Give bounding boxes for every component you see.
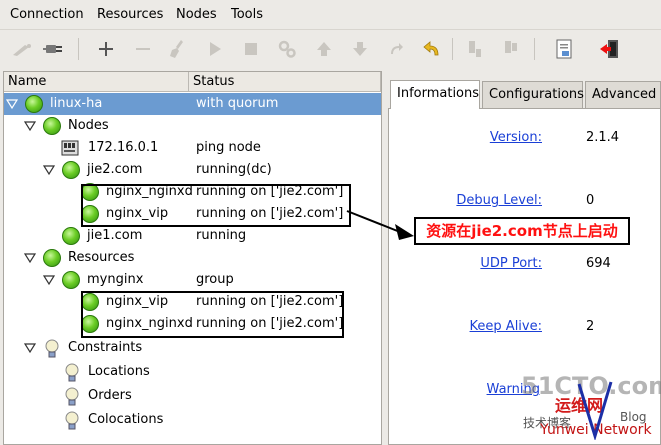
tree-label: linux-ha [50, 96, 103, 111]
status-ok-icon [43, 117, 61, 135]
tree-row-cluster[interactable]: linux-ha with quorum [4, 93, 381, 115]
expander-icon[interactable] [24, 252, 36, 264]
menu-nodes[interactable]: Nodes [176, 7, 217, 22]
status-ok-icon [62, 271, 80, 289]
tree-label: Orders [88, 388, 132, 403]
add-icon[interactable] [93, 37, 119, 61]
info-value-keep-alive: 2 [586, 319, 595, 334]
tab-configurations[interactable]: Configurations [482, 81, 584, 108]
tree-row-constraints[interactable]: Constraints [4, 337, 381, 359]
tree-row-group[interactable]: mynginx group [4, 269, 381, 291]
status-ok-icon [43, 249, 61, 267]
tree-row-locations[interactable]: Locations [4, 361, 381, 383]
tree-label: Resources [68, 250, 135, 265]
info-value-debug-level: 0 [586, 193, 595, 208]
tree-label: Locations [88, 364, 150, 379]
move-down-icon[interactable] [347, 37, 373, 61]
info-value-version: 2.1.4 [586, 130, 620, 145]
menu-resources[interactable]: Resources [97, 7, 163, 22]
info-label-version[interactable]: Version: [490, 130, 542, 145]
watermark: 51CTO.com 运维网 技术博客 Blog Yunwei Network [515, 372, 661, 445]
tree-row-nodes[interactable]: Nodes [4, 115, 381, 137]
menu-connection[interactable]: Connection [10, 7, 84, 22]
tree-label: jie2.com [87, 162, 143, 177]
tree-row-orders[interactable]: Orders [4, 385, 381, 407]
tree-label: jie1.com [87, 228, 143, 243]
toolbar-separator [534, 38, 535, 60]
cleanup-broom-icon[interactable] [165, 37, 191, 61]
redo-icon[interactable] [383, 37, 409, 61]
tree-status: running [196, 228, 247, 243]
toolbar-separator [452, 38, 453, 60]
status-ok-icon [62, 161, 80, 179]
column-header-status[interactable]: Status [189, 72, 381, 92]
info-label-udp-port[interactable]: UDP Port: [480, 256, 542, 271]
tree-status: group [196, 272, 234, 287]
lightbulb-icon [44, 339, 62, 358]
settings-gears-icon[interactable] [274, 37, 300, 61]
info-label-keep-alive[interactable]: Keep Alive: [470, 319, 542, 334]
tree-label: Nodes [68, 118, 109, 133]
menu-tools[interactable]: Tools [231, 7, 263, 22]
toolbar [0, 30, 661, 68]
stop-icon[interactable] [238, 37, 264, 61]
ping-node-icon [61, 139, 79, 157]
expander-icon[interactable] [24, 120, 36, 132]
lightbulb-icon [64, 363, 82, 382]
tree-label: Constraints [68, 340, 143, 355]
tree-status: ping node [196, 140, 261, 155]
expander-icon[interactable] [24, 342, 36, 354]
toolbar-separator [78, 38, 79, 60]
expander-icon[interactable] [6, 98, 18, 110]
tree-label: mynginx [87, 272, 144, 287]
status-ok-icon [62, 227, 80, 245]
menu-bar: Connection Resources Nodes Tools [0, 0, 661, 30]
info-label-debug-level[interactable]: Debug Level: [456, 193, 542, 208]
start-icon[interactable] [202, 37, 228, 61]
connect-plug-icon[interactable] [42, 37, 68, 61]
annotation-callout: 资源在jie2.com节点上启动 [414, 217, 630, 245]
undo-icon[interactable] [419, 37, 445, 61]
expander-icon[interactable] [43, 164, 55, 176]
highlight-box-jie2-resources [81, 184, 351, 227]
lightbulb-icon [64, 387, 82, 406]
info-value-udp-port: 694 [586, 256, 611, 271]
watermark-v-logo-icon [577, 381, 613, 440]
tree-row-ping-node[interactable]: 172.16.0.1 ping node [4, 137, 381, 159]
exit-icon[interactable] [596, 37, 622, 61]
cluster-tree[interactable]: Name Status linux-ha with quorum Nodes 1… [3, 71, 382, 445]
tree-row-node-jie1[interactable]: jie1.com running [4, 225, 381, 247]
remove-icon[interactable] [130, 37, 156, 61]
column-header-name[interactable]: Name [4, 72, 189, 92]
document-view-icon[interactable] [551, 37, 577, 61]
highlight-box-group-resources [81, 291, 344, 338]
expander-icon[interactable] [43, 274, 55, 286]
tree-label: 172.16.0.1 [88, 140, 159, 155]
tree-label: Colocations [88, 412, 164, 427]
tree-status: running(dc) [196, 162, 272, 177]
tab-informations[interactable]: Informations [390, 80, 480, 109]
tree-row-node-jie2[interactable]: jie2.com running(dc) [4, 159, 381, 181]
tree-row-colocations[interactable]: Colocations [4, 409, 381, 431]
status-ok-icon [25, 95, 43, 113]
tree-status: with quorum [196, 96, 279, 111]
active-node-icon[interactable] [498, 37, 524, 61]
tree-row-resources[interactable]: Resources [4, 247, 381, 269]
tab-advanced[interactable]: Advanced [585, 81, 661, 108]
move-up-icon[interactable] [311, 37, 337, 61]
standby-node-icon[interactable] [462, 37, 488, 61]
disconnect-icon[interactable] [9, 37, 35, 61]
lightbulb-icon [64, 411, 82, 430]
